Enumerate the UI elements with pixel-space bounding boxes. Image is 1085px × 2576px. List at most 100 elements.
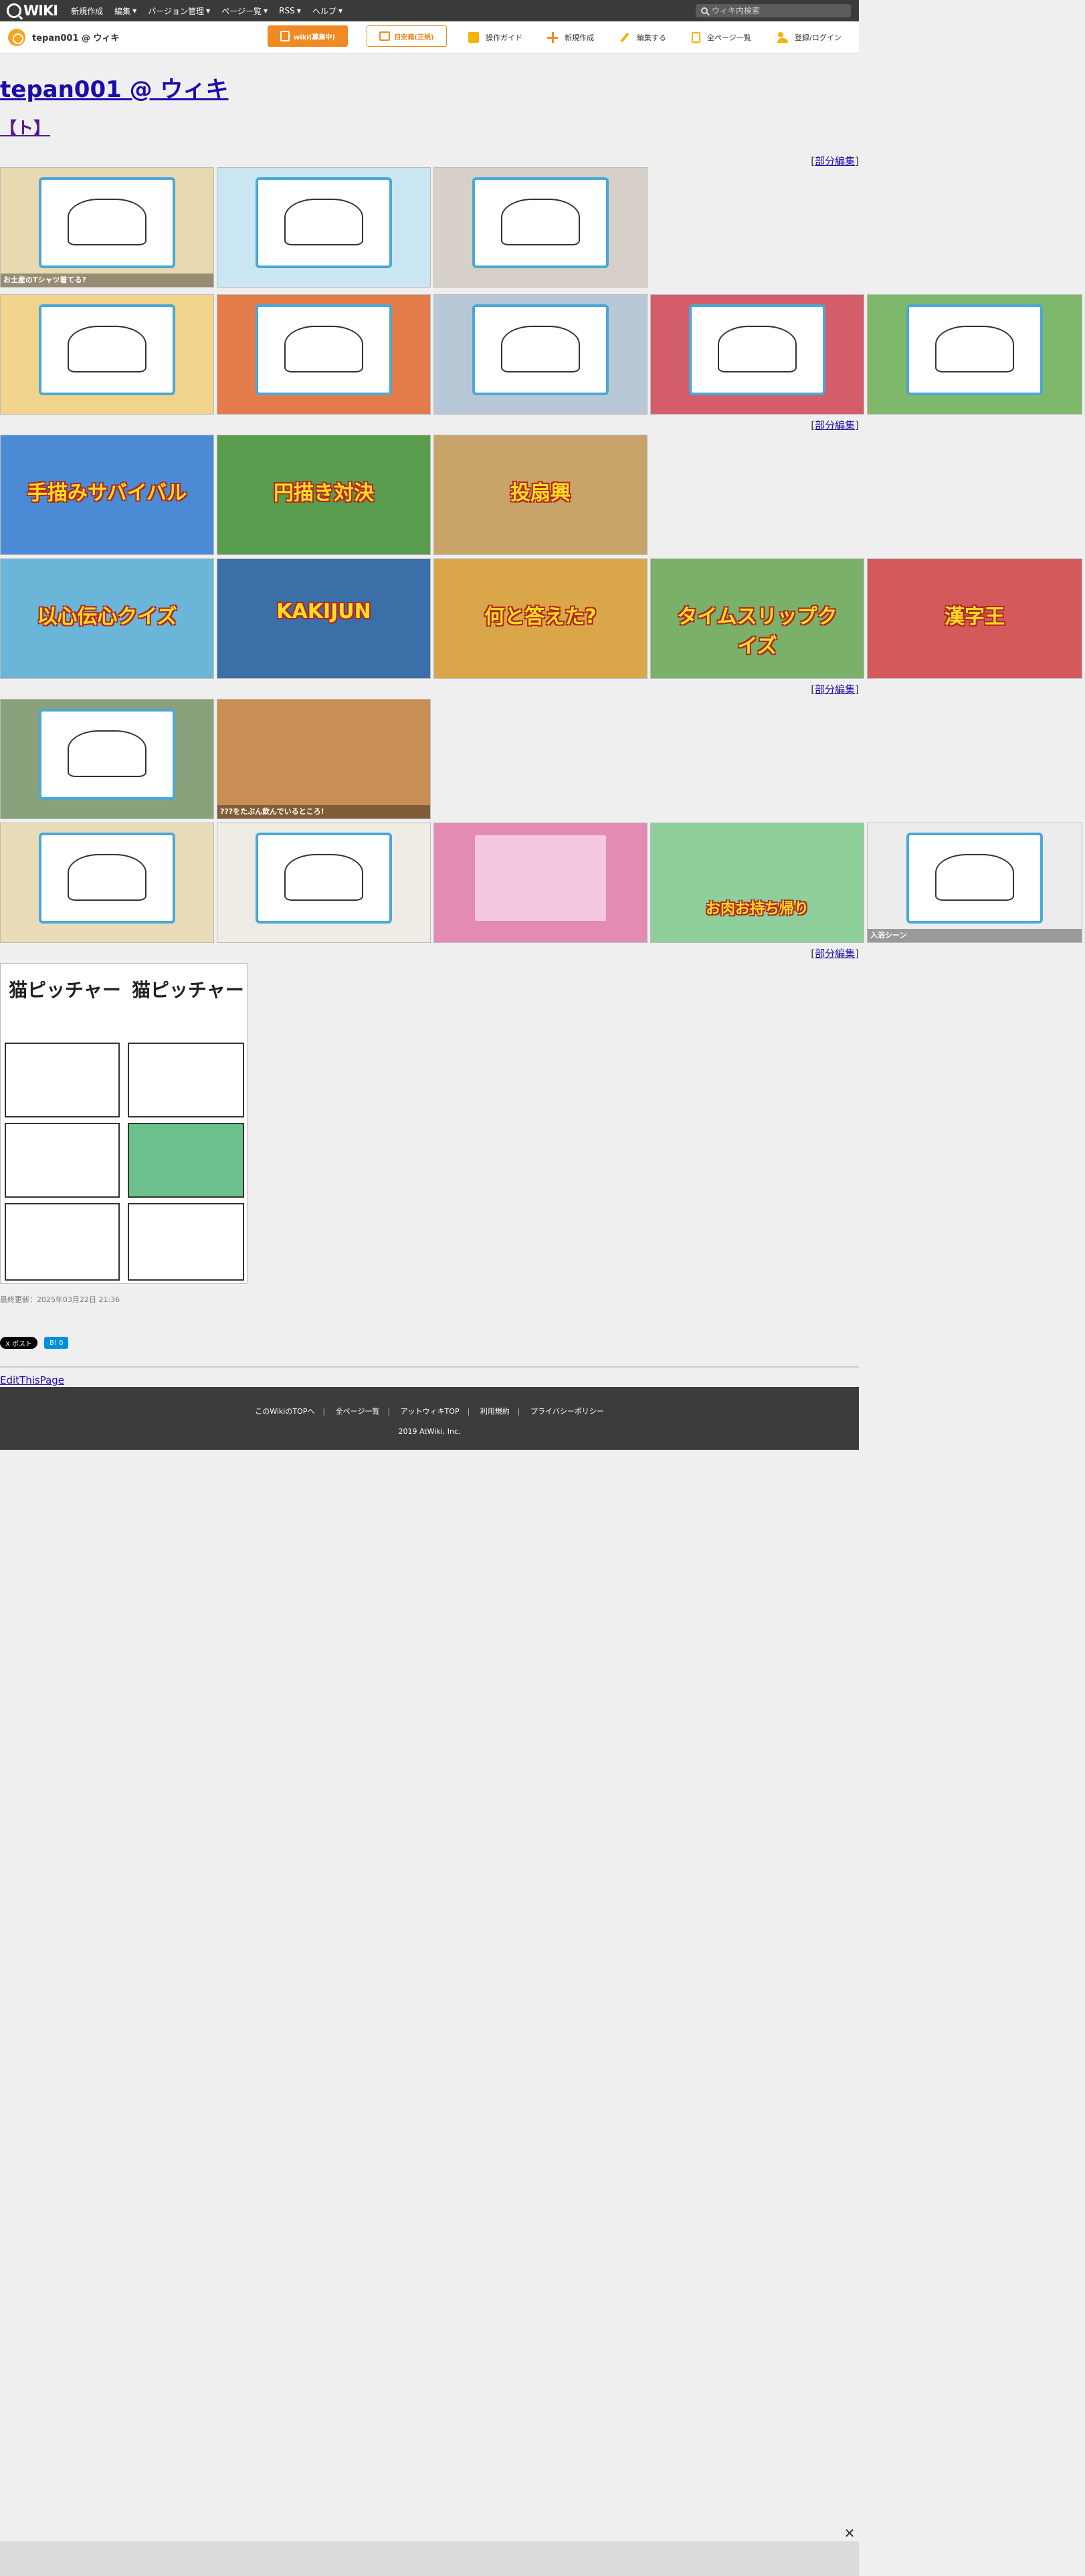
caret-down-icon: ▼ [206, 7, 211, 14]
gallery-thumb[interactable]: 入浴シーン [867, 823, 1082, 943]
thumb-caption: 入浴シーン [868, 929, 1082, 942]
thumb-banner: 何と答えた? [484, 605, 597, 629]
footer-link-atwiki-top[interactable]: アットウィキTOP [401, 1407, 460, 1416]
comic-panel [128, 1043, 244, 1117]
footer-link-all-pages[interactable]: 全ページ一覧 [336, 1407, 380, 1416]
menu-pages[interactable]: ページ一覧 ▼ [221, 5, 268, 17]
thumb-banner: KAKIJUN [276, 599, 371, 623]
thumb-image [472, 177, 609, 268]
all-pages-link[interactable]: 全ページ一覧 [692, 32, 751, 43]
divider: | [322, 1407, 326, 1416]
thumb-drawing [284, 199, 363, 246]
menu-help[interactable]: ヘルプ ▼ [312, 5, 342, 17]
gallery-thumb[interactable] [217, 294, 431, 415]
thumb-drawing [934, 854, 1015, 901]
divider: | [517, 1407, 520, 1416]
thumb-drawing [284, 854, 363, 901]
atwiki-logo-icon [7, 3, 21, 18]
part-edit-link[interactable]: 部分編集 [815, 155, 855, 167]
caret-down-icon: ▼ [263, 7, 268, 14]
gallery-thumb[interactable]: お肉お持ち帰り [650, 823, 864, 943]
gallery-thumb[interactable] [433, 294, 648, 415]
thumb-image [472, 833, 609, 924]
footer: このWikiのTOPへ | 全ページ一覧 | アットウィキTOP | 利用規約 | プラ… [0, 1387, 859, 1450]
part-edit-3: [部分編集] [811, 683, 859, 695]
atwiki-logo[interactable]: WIKI [7, 3, 58, 19]
new-page-link[interactable]: 新規作成 [547, 32, 594, 43]
page-title[interactable]: tepan001 @ ウィキ [0, 71, 228, 104]
gallery-thumb[interactable] [0, 294, 214, 415]
thumb-drawing [284, 326, 363, 373]
caret-down-icon: ▼ [296, 7, 301, 14]
caret-down-icon: ▼ [338, 7, 343, 14]
gallery-thumb[interactable]: ???をたぶん飲んでいるところ! [217, 699, 431, 819]
thumb-image [39, 304, 175, 395]
gallery-thumb[interactable] [0, 699, 214, 819]
footer-link-top[interactable]: このWikiのTOPへ [255, 1407, 314, 1416]
gallery-thumb[interactable] [217, 823, 431, 943]
comic-image[interactable]: 猫ピッチャー 猫ピッチャー [0, 963, 248, 1284]
gallery-thumb[interactable] [217, 167, 431, 288]
wiki-name[interactable]: tepan001 @ ウィキ [8, 28, 120, 46]
part-edit-link[interactable]: 部分編集 [815, 948, 855, 960]
menu-version[interactable]: バージョン管理 ▼ [148, 5, 210, 17]
note-icon [280, 31, 290, 41]
menu-new[interactable]: 新規作成 [71, 5, 103, 17]
gallery-thumb[interactable] [0, 823, 214, 943]
box-icon [379, 31, 391, 41]
thumb-image [906, 304, 1044, 395]
close-icon[interactable]: ✕ [842, 2525, 858, 2541]
search-input[interactable] [712, 6, 839, 15]
footer-link-terms[interactable]: 利用規約 [480, 1407, 510, 1416]
hatena-bookmark-button[interactable]: B! 0 [44, 1337, 69, 1349]
gallery-thumb[interactable]: KAKIJUN [217, 558, 431, 679]
gallery-thumb[interactable] [867, 294, 1082, 415]
guide-link[interactable]: 操作ガイド [468, 32, 522, 43]
gallery-thumb[interactable]: 手描みサバイバル [0, 435, 214, 555]
gallery-thumb[interactable]: 円描き対決 [217, 435, 431, 555]
comic-panel [5, 1123, 120, 1198]
part-edit-2: [部分編集] [811, 419, 859, 431]
gallery-thumb[interactable] [433, 167, 648, 288]
thumb-banner: 以心伝心クイズ [37, 605, 177, 629]
thumb-image [256, 177, 392, 268]
menu-edit[interactable]: 編集 ▼ [114, 5, 136, 17]
part-edit-link[interactable]: 部分編集 [815, 683, 855, 695]
menu-rss[interactable]: RSS ▼ [279, 5, 301, 17]
thumb-drawing [68, 326, 146, 373]
edit-link[interactable]: 編集する [619, 32, 666, 43]
login-link[interactable]: 登録/ログイン [777, 32, 842, 43]
edit-this-page-link[interactable]: EditThisPage [0, 1374, 64, 1386]
gallery-thumb[interactable]: 投扇興 [433, 435, 648, 555]
user-icon [777, 32, 788, 43]
thumb-image [39, 833, 175, 924]
section-link[interactable]: 【ト】 [0, 115, 50, 139]
thumb-caption: ???をたぶん飲んでいるところ! [217, 805, 430, 819]
thumb-drawing [68, 730, 146, 778]
thumb-banner: お肉お持ち帰り [705, 901, 809, 918]
part-edit-link[interactable]: 部分編集 [815, 419, 855, 431]
x-post-button[interactable]: X ポスト [0, 1337, 38, 1349]
footer-link-privacy[interactable]: プライバシーポリシー [530, 1407, 604, 1416]
suggestion-box-button[interactable]: 目安箱(正規) [367, 25, 447, 47]
gallery-thumb[interactable] [433, 823, 648, 943]
gallery-thumb[interactable]: 漢字王 [867, 558, 1082, 679]
comic-panel [128, 1203, 244, 1281]
gallery-thumb[interactable]: タイムスリップクイズ [650, 558, 864, 679]
gallery-thumb[interactable]: 以心伝心クイズ [0, 558, 214, 679]
thumb-banner: 手描みサバイバル [27, 481, 187, 505]
thumb-image [256, 833, 392, 924]
last-updated: 最終更新：2025年03月22日 21:36 [0, 1295, 120, 1304]
thumb-drawing [501, 199, 580, 246]
thumb-drawing [718, 326, 797, 373]
wiki-recruit-button[interactable]: wiki(募集中) [268, 25, 348, 47]
page-icon [692, 32, 700, 43]
gallery-thumb[interactable]: お土産のTシャツ着てる? [0, 167, 214, 288]
guide-icon [468, 32, 479, 43]
gallery-thumb[interactable]: 何と答えた? [433, 558, 648, 679]
ad-banner [0, 2541, 859, 2576]
thumb-caption: お土産のTシャツ着てる? [1, 274, 213, 287]
divider [0, 1366, 859, 1368]
gallery-thumb[interactable] [650, 294, 864, 415]
thumb-image [256, 304, 392, 395]
